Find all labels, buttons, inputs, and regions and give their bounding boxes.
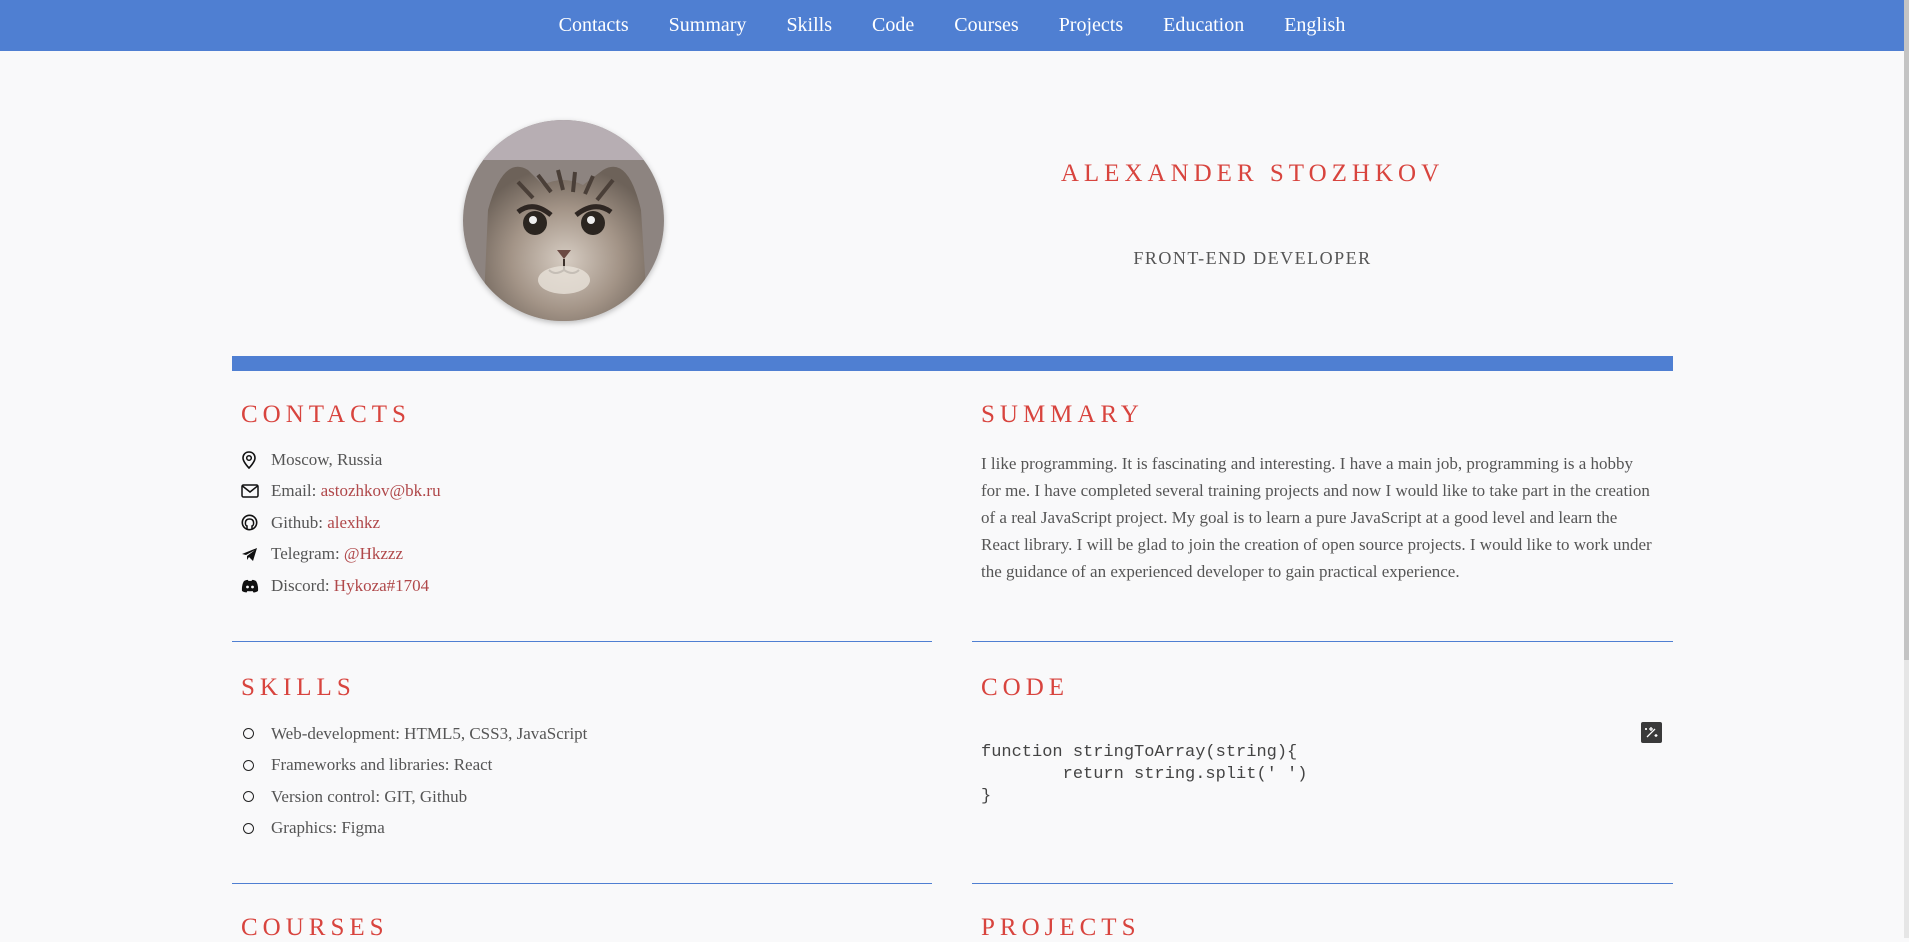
contact-github: Github: alexhkz xyxy=(241,507,441,539)
top-nav: Contacts Summary Skills Code Courses Pro… xyxy=(0,0,1904,51)
page-scrollbar[interactable] xyxy=(1904,0,1909,938)
nav-link-code[interactable]: Code xyxy=(852,0,934,51)
contacts-list: Moscow, Russia Email: astozhkov@bk.ru Gi… xyxy=(241,444,441,602)
summary-heading: SUMMARY xyxy=(981,401,1144,428)
section-divider xyxy=(232,883,932,884)
discord-label: Discord: xyxy=(271,575,330,595)
discord-icon xyxy=(241,579,271,593)
nav-link-education[interactable]: Education xyxy=(1143,0,1264,51)
nav-link-summary[interactable]: Summary xyxy=(649,0,767,51)
email-link[interactable]: astozhkov@bk.ru xyxy=(321,481,441,501)
skill-text: Web-development: HTML5, CSS3, JavaScript xyxy=(271,723,588,743)
bullet-circle-icon xyxy=(243,759,254,771)
scrollbar-thumb[interactable] xyxy=(1904,0,1909,660)
github-link[interactable]: alexhkz xyxy=(327,513,380,533)
contact-telegram: Telegram: @Hkzzz xyxy=(241,539,441,571)
contact-location: Moscow, Russia xyxy=(241,444,441,476)
skill-item: Frameworks and libraries: React xyxy=(241,750,587,782)
skill-text: Frameworks and libraries: React xyxy=(271,755,493,775)
summary-text: I like programming. It is fascinating an… xyxy=(981,454,1652,581)
section-divider xyxy=(972,883,1673,884)
location-pin-icon xyxy=(241,450,271,469)
job-title: FRONT-END DEVELOPER xyxy=(1133,248,1372,268)
section-divider xyxy=(972,641,1673,642)
skills-list: Web-development: HTML5, CSS3, JavaScript… xyxy=(241,718,587,844)
avatar-photo xyxy=(463,120,664,321)
code-heading: CODE xyxy=(981,674,1070,701)
email-label: Email: xyxy=(271,481,317,501)
contacts-heading: CONTACTS xyxy=(241,401,411,428)
bullet-circle-icon xyxy=(243,791,254,803)
code-snippet: function stringToArray(string){ return s… xyxy=(981,743,1308,806)
telegram-link[interactable]: @Hkzzz xyxy=(344,544,403,564)
telegram-label: Telegram: xyxy=(271,544,340,564)
skill-text: Graphics: Figma xyxy=(271,818,385,838)
github-icon xyxy=(241,514,271,531)
skills-heading: SKILLS xyxy=(241,674,356,701)
location-text: Moscow, Russia xyxy=(271,449,383,469)
section-divider xyxy=(232,641,932,642)
telegram-icon xyxy=(241,547,271,562)
github-label: Github: xyxy=(271,512,323,532)
skill-item: Web-development: HTML5, CSS3, JavaScript xyxy=(241,718,587,750)
skill-text: Version control: GIT, Github xyxy=(271,786,468,806)
nav-link-courses[interactable]: Courses xyxy=(934,0,1038,51)
nav-link-skills[interactable]: Skills xyxy=(766,0,852,51)
contact-discord: Discord: Hykoza#1704 xyxy=(241,570,441,602)
sparkle-icon xyxy=(1645,727,1658,738)
person-name: ALEXANDER STOZHKOV xyxy=(1060,160,1445,187)
header-divider xyxy=(232,356,1673,371)
nav-link-language[interactable]: English xyxy=(1264,0,1365,51)
discord-link[interactable]: Hykoza#1704 xyxy=(334,576,429,596)
nav-link-contacts[interactable]: Contacts xyxy=(539,0,649,51)
skill-item: Graphics: Figma xyxy=(241,813,587,845)
bullet-circle-icon xyxy=(243,822,254,834)
skill-item: Version control: GIT, Github xyxy=(241,781,587,813)
bullet-circle-icon xyxy=(243,728,254,740)
contact-email: Email: astozhkov@bk.ru xyxy=(241,476,441,508)
mail-icon xyxy=(241,484,271,498)
nav-link-projects[interactable]: Projects xyxy=(1039,0,1143,51)
copy-code-button[interactable] xyxy=(1641,722,1662,743)
